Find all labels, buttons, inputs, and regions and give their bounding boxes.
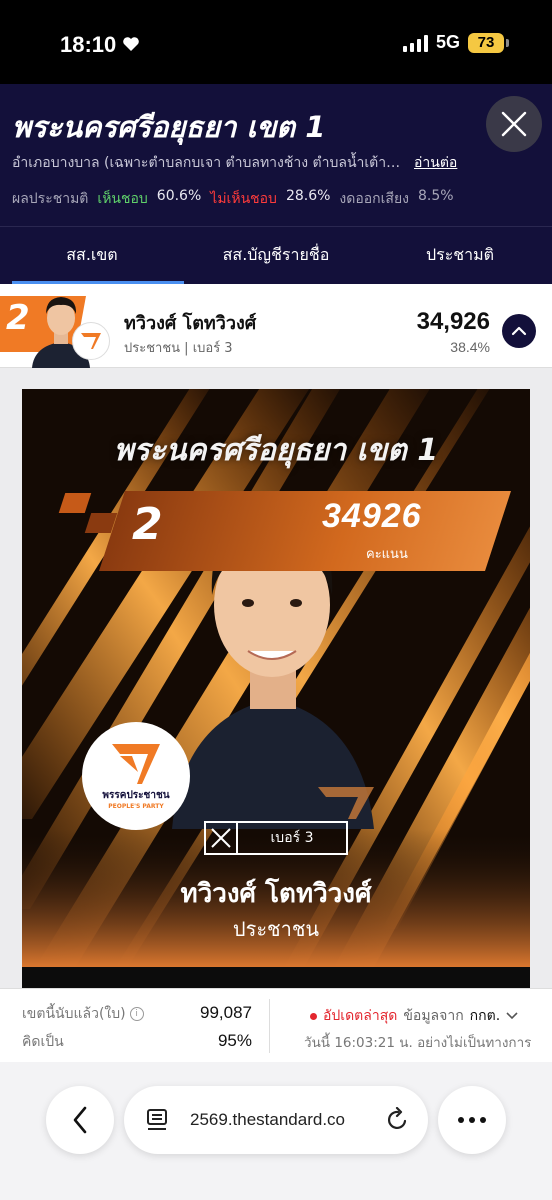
referendum-label: ผลประชามติ [12, 191, 89, 207]
reader-mode-icon[interactable] [146, 1108, 168, 1132]
collapse-button[interactable] [502, 314, 536, 348]
no-label: ไม่เห็นชอบ [210, 191, 277, 207]
update-time: วันนี้ 16:03:21 น. อย่างไม่เป็นทางการ [304, 1035, 532, 1051]
poster-candidate-name: ทวิวงศ์ โตทวิวงศ์ [180, 879, 372, 909]
percent-label: คิดเป็น [22, 1034, 64, 1050]
count-status-bar: เขตนี้นับแล้ว(ใบ) i 99,087 คิดเป็น 95% อ… [0, 988, 552, 1062]
abstain-label: งดออกเสียง [339, 191, 410, 207]
ballot-x-icon [206, 823, 238, 853]
candidate-poster: พระนครศรีอยุธยา เขต 1 2 34926 คะแนน พรรค… [22, 389, 530, 989]
poster-score: 34926 [322, 497, 422, 535]
tab-party-list[interactable]: สส.บัญชีรายชื่อ [184, 227, 368, 284]
yes-value: 60.6% [156, 188, 202, 204]
update-info[interactable]: อัปเดตล่าสุด ข้อมูลจาก กกต. [310, 1005, 518, 1027]
poster-score-label: คะแนน [366, 547, 408, 562]
status-time-group: 18:10 [60, 32, 140, 58]
signal-icon [402, 34, 428, 52]
tab-district-mp[interactable]: สส.เขต [0, 227, 184, 284]
poster-title: พระนครศรีอยุธยา เขต 1 [113, 433, 439, 468]
no-value: 28.6% [285, 188, 331, 204]
more-button[interactable] [438, 1086, 506, 1154]
live-dot-icon [310, 1012, 317, 1020]
candidate-name: ทวิวงศ์ โตทวิวงศ์ [124, 313, 257, 334]
percent-value: 95% [217, 1031, 252, 1050]
counted-label: เขตนี้นับแล้ว(ใบ) [22, 1006, 126, 1022]
focus-heart-icon [122, 32, 140, 58]
tab-label: ประชามติ [425, 245, 495, 264]
poster-footer-strip [22, 967, 530, 989]
browser-toolbar: 2569.thestandard.co [0, 1062, 552, 1200]
peoples-party-logo-icon [112, 744, 160, 784]
more-dots-icon [458, 1117, 486, 1123]
status-time: 18:10 [60, 32, 117, 57]
rank-number: 2 [6, 298, 30, 338]
chevron-up-icon [511, 326, 527, 336]
address-bar[interactable]: 2569.thestandard.co [124, 1086, 428, 1154]
party-logo-small [72, 322, 110, 360]
info-icon[interactable]: i [129, 1007, 144, 1021]
result-tabs: สส.เขต สส.บัญชีรายชื่อ ประชามติ [0, 226, 552, 284]
district-header: พระนครศรีอยุธยา เขต 1 อำเภอบางบาล (เฉพาะ… [0, 84, 552, 226]
close-button[interactable] [486, 96, 542, 152]
source-name: กกต. [469, 1008, 501, 1024]
candidate-percent: 38.4% [450, 339, 490, 355]
source-label: ข้อมูลจาก [403, 1008, 464, 1024]
party-logo: พรรคประชาชน PEOPLE'S PARTY [82, 722, 190, 830]
candidate-row[interactable]: 2 ทวิวงศ์ โตทวิวงศ์ ประชาชน | เบอร์ 3 34… [0, 284, 552, 368]
tab-label: สส.เขต [66, 245, 118, 264]
candidate-party: ประชาชน | เบอร์ 3 [124, 341, 233, 356]
read-more-link[interactable]: อ่านต่อ [414, 152, 457, 174]
status-right: 5G 73 [402, 32, 509, 53]
reload-icon[interactable] [386, 1107, 410, 1133]
url-text: 2569.thestandard.co [190, 1110, 346, 1129]
party-logo-english: PEOPLE'S PARTY [108, 803, 164, 810]
network-type: 5G [435, 32, 460, 52]
battery-level: 73 [477, 34, 495, 51]
screen: 18:10 5G 73 พระนครศรีอยุธยา เขต 1 อำเภอบ… [0, 0, 552, 1200]
update-label: อัปเดตล่าสุด [323, 1008, 398, 1024]
battery-icon: 73 [468, 32, 509, 53]
chevron-left-icon [73, 1106, 87, 1134]
poster-party-name: ประชาชน [232, 917, 320, 941]
party-logo-name: พรรคประชาชน [102, 790, 170, 801]
district-description: อำเภอบางบาล (เฉพาะตำบลกบเจา ตำบลทางช้าง … [12, 155, 402, 171]
ballot-number: เบอร์ 3 [270, 830, 314, 846]
yes-label: เห็นชอบ [97, 191, 148, 207]
divider [269, 999, 270, 1053]
poster-rank: 2 [132, 499, 163, 550]
counted-label-group: เขตนี้นับแล้ว(ใบ) i [22, 1003, 144, 1025]
chevron-down-icon [506, 1012, 518, 1020]
tab-referendum[interactable]: ประชามติ [368, 227, 552, 284]
referendum-summary: ผลประชามติ เห็นชอบ 60.6% ไม่เห็นชอบ 28.6… [12, 188, 454, 210]
status-bar: 18:10 5G 73 [0, 0, 552, 84]
counted-value: 99,087 [200, 1003, 252, 1022]
candidate-votes: 34,926 [416, 308, 490, 335]
abstain-value: 8.5% [418, 188, 454, 204]
peoples-party-icon [81, 333, 101, 349]
back-button[interactable] [46, 1086, 114, 1154]
page-title: พระนครศรีอยุธยา เขต 1 [12, 110, 326, 144]
close-icon [501, 111, 527, 137]
ballot-box: เบอร์ 3 [204, 821, 348, 855]
tab-label: สส.บัญชีรายชื่อ [222, 245, 330, 264]
